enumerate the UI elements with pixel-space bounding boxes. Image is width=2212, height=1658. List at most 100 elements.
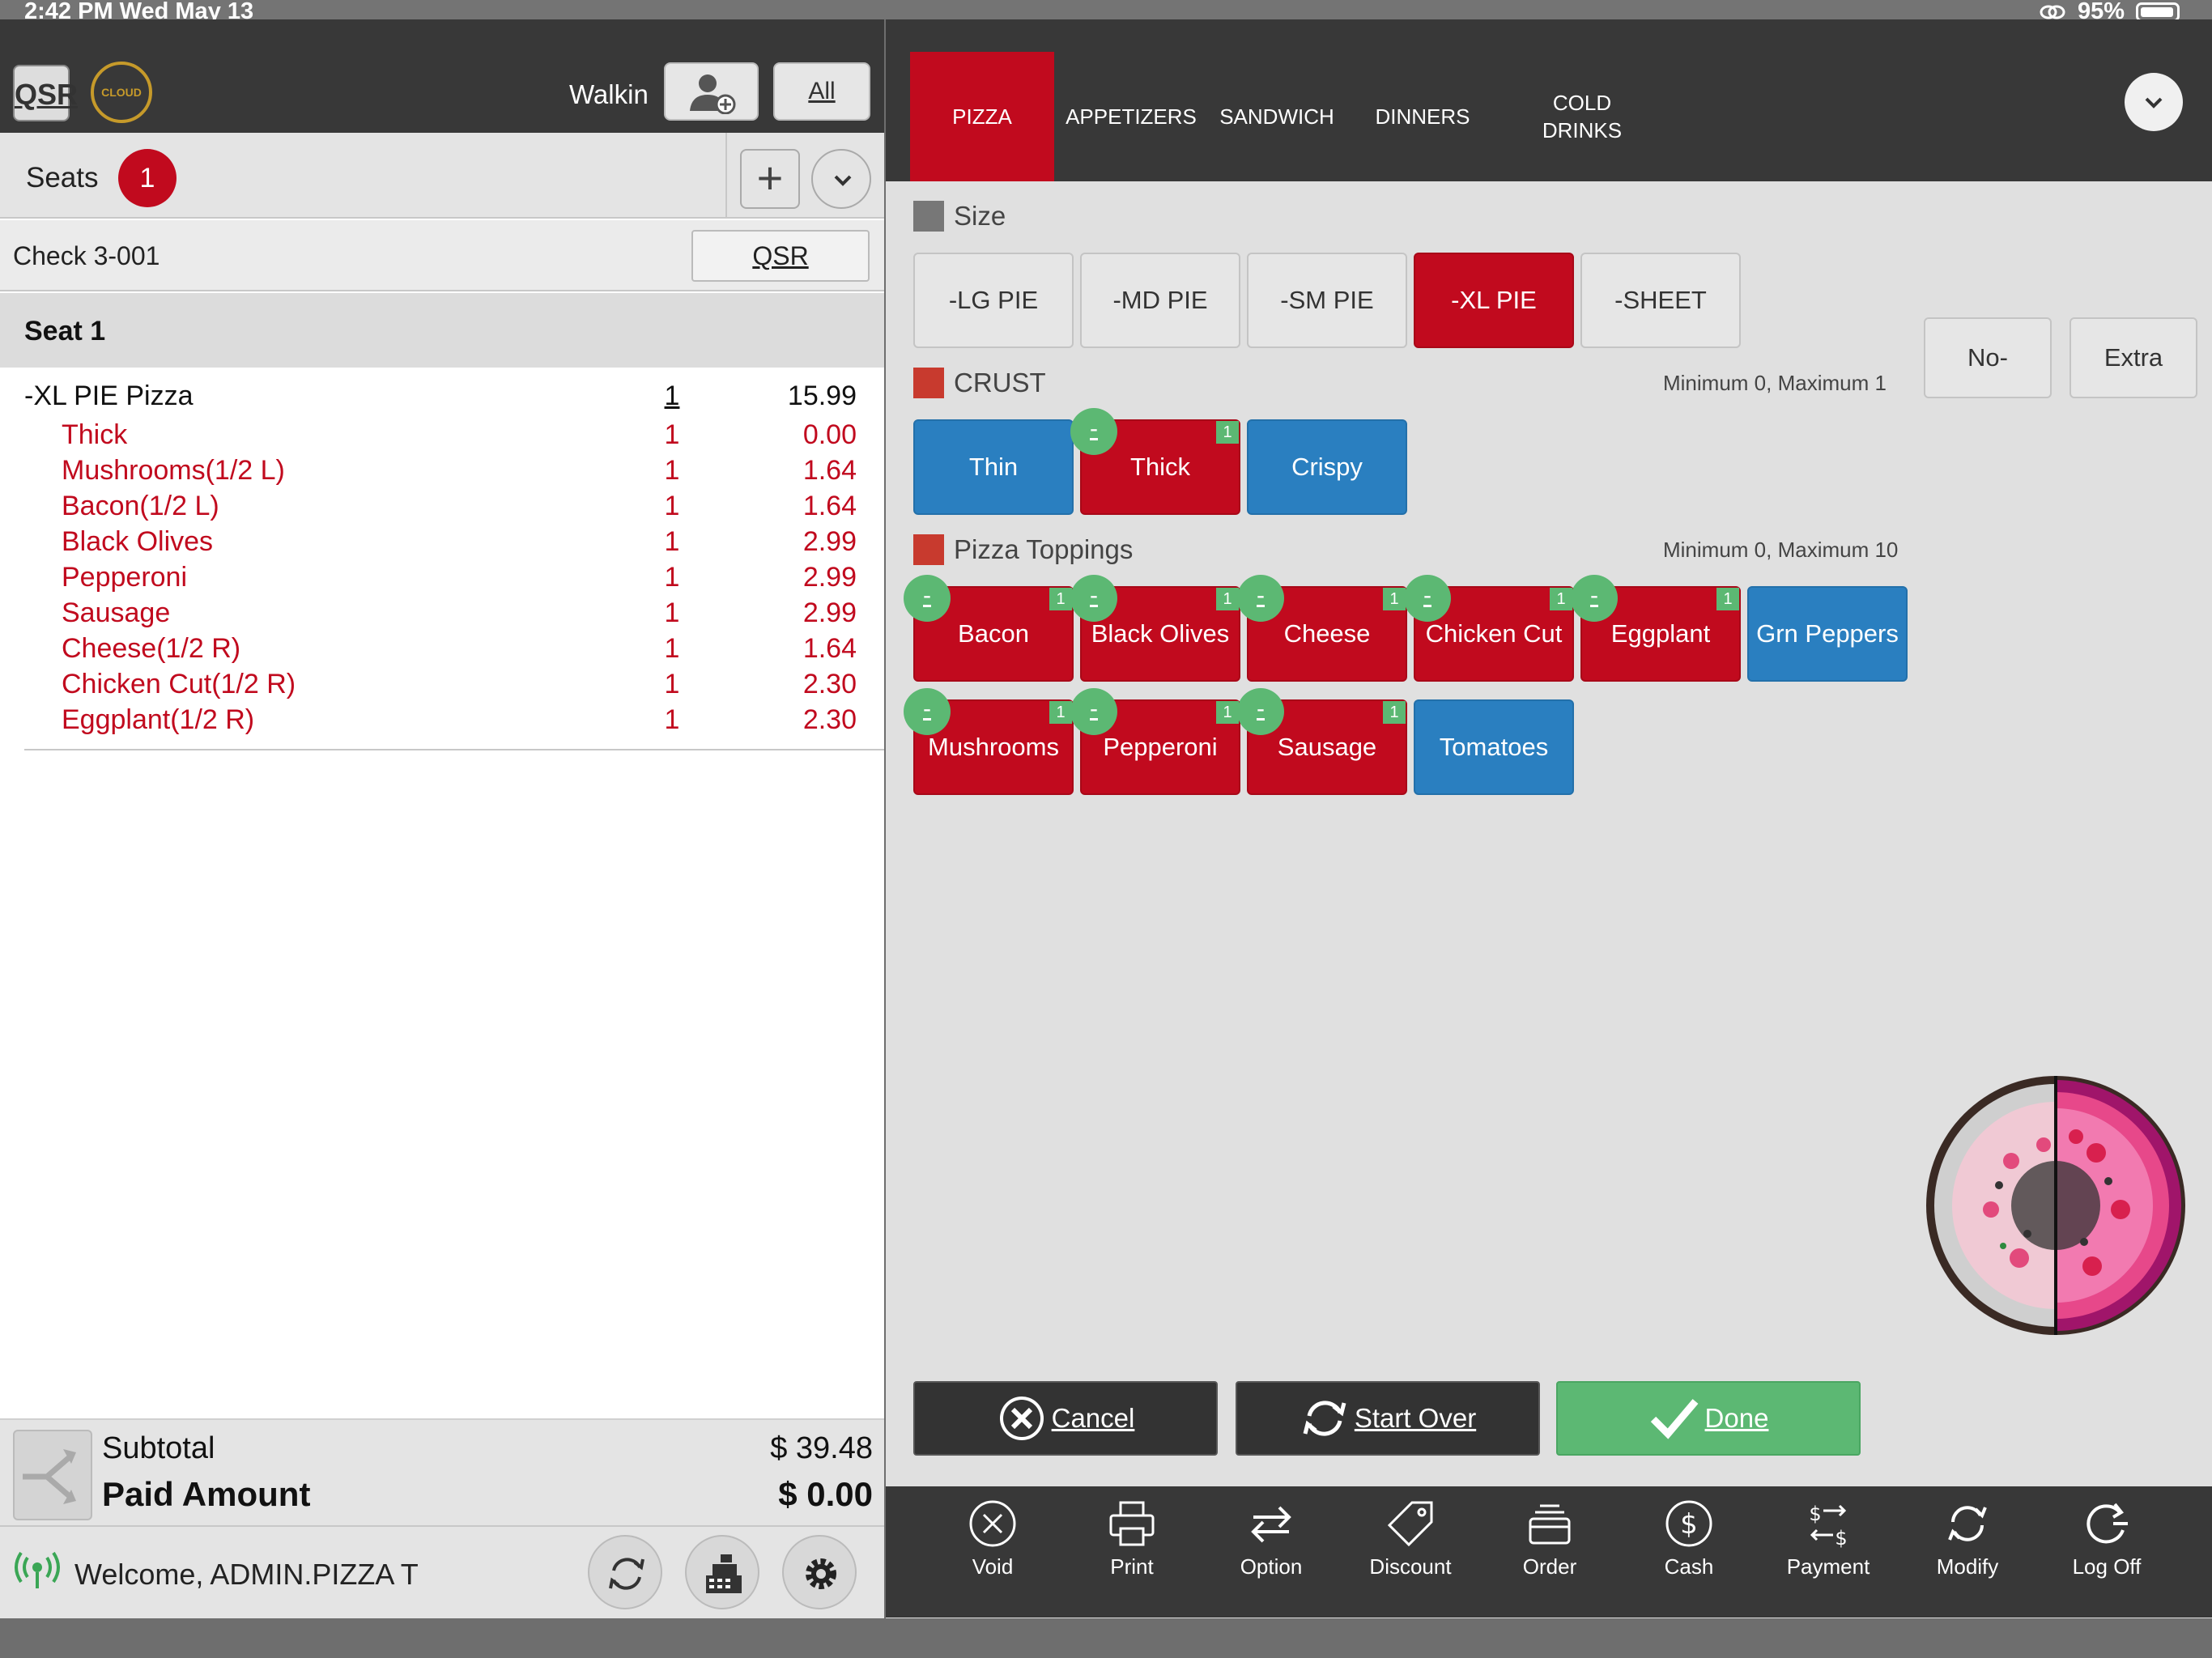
order-item-modifier[interactable]: Black Olives 1 2.99 — [24, 521, 884, 557]
order-item-modifier[interactable]: Mushrooms(1/2 L) 1 1.64 — [24, 450, 884, 486]
tab-sandwich[interactable]: SANDWICH — [1208, 52, 1346, 181]
battery-icon — [2136, 2, 2180, 22]
order-item-modifier[interactable]: Sausage 1 2.99 — [24, 593, 884, 628]
remove-button[interactable]: - — [1404, 575, 1451, 622]
count-badge: 1 — [1550, 588, 1572, 610]
tag-icon — [1387, 1501, 1433, 1547]
remove-button[interactable]: - — [1070, 575, 1117, 622]
refresh-button[interactable] — [588, 1535, 662, 1609]
cloud-pos-logo: CLOUD — [91, 62, 152, 123]
option-label: Option — [1240, 1554, 1303, 1579]
done-button[interactable]: Done — [1556, 1381, 1861, 1456]
print-button[interactable]: Print — [1071, 1498, 1193, 1579]
remove-button[interactable]: - — [1237, 688, 1284, 735]
item-price: 2.30 — [802, 669, 857, 699]
add-seat-button[interactable]: + — [740, 149, 800, 209]
dollar-icon: $ — [1665, 1500, 1712, 1547]
order-item-main[interactable]: -XL PIE Pizza 1 15.99 — [24, 366, 884, 414]
item-name: Mushrooms(1/2 L) — [62, 455, 285, 486]
crust-minmax: Minimum 0, Maximum 1 — [1663, 371, 1887, 395]
split-icon — [23, 1449, 76, 1504]
system-nav-bar — [0, 1618, 2212, 1658]
order-items-list: -XL PIE Pizza 1 15.99 Thick 1 0.00 Mushroo… — [24, 366, 884, 735]
order-item-modifier[interactable]: Eggplant(1/2 R) 1 2.30 — [24, 699, 884, 735]
add-customer-button[interactable] — [664, 62, 759, 121]
option-button[interactable]: Option — [1210, 1498, 1332, 1579]
discount-button[interactable]: Discount — [1350, 1498, 1471, 1579]
topping-grn-peppers-button[interactable]: Grn Peppers — [1747, 586, 1908, 682]
size-group-title: Size — [954, 201, 1006, 231]
remove-button[interactable]: - — [1070, 688, 1117, 735]
item-qty[interactable]: 1 — [660, 380, 684, 412]
split-check-button[interactable] — [13, 1430, 92, 1520]
tab-pizza[interactable]: PIZZA — [910, 52, 1054, 181]
void-button[interactable]: Void — [932, 1498, 1053, 1579]
item-qty: 1 — [664, 419, 680, 450]
order-button[interactable]: Order — [1489, 1498, 1610, 1579]
payment-label: Payment — [1786, 1554, 1870, 1579]
seats-expand-button[interactable] — [811, 149, 871, 209]
chevron-down-icon — [2145, 97, 2163, 108]
size-xl-pie-button[interactable]: -XL PIE — [1414, 253, 1574, 348]
cash-button[interactable]: $ Cash — [1628, 1498, 1750, 1579]
size-lg-pie-button[interactable]: -LG PIE — [913, 253, 1074, 348]
item-price: 2.99 — [802, 562, 857, 593]
extra-modifier-button[interactable]: Extra — [2069, 317, 2197, 398]
order-item-modifier[interactable]: Bacon(1/2 L) 1 1.64 — [24, 486, 884, 521]
link-icon — [2040, 5, 2065, 19]
size-md-pie-button[interactable]: -MD PIE — [1080, 253, 1240, 348]
crust-crispy-button[interactable]: Crispy — [1247, 419, 1407, 515]
all-button[interactable]: All — [773, 62, 870, 121]
cash-register-icon — [706, 1554, 742, 1593]
modify-button[interactable]: Modify — [1907, 1498, 2028, 1579]
order-type-button[interactable]: QSR — [691, 230, 870, 282]
more-categories-button[interactable] — [2125, 73, 2183, 131]
done-label: Done — [1704, 1403, 1769, 1433]
order-item-modifier[interactable]: Chicken Cut(1/2 R) 1 2.30 — [24, 664, 884, 699]
remove-button[interactable]: - — [904, 575, 951, 622]
remove-button[interactable]: - — [1070, 408, 1117, 455]
topping-tomatoes-button[interactable]: Tomatoes — [1414, 699, 1574, 795]
seats-count-badge[interactable]: 1 — [118, 149, 177, 207]
remove-button[interactable]: - — [904, 688, 951, 735]
seat-header-label: Seat 1 — [24, 316, 106, 346]
crust-thin-button[interactable]: Thin — [913, 419, 1074, 515]
order-item-modifier[interactable]: Cheese(1/2 R) 1 1.64 — [24, 628, 884, 664]
item-price: 2.30 — [802, 704, 857, 735]
item-name: Eggplant(1/2 R) — [62, 704, 255, 735]
remove-button[interactable]: - — [1571, 575, 1618, 622]
size-sheet-button[interactable]: -SHEET — [1580, 253, 1741, 348]
tab-cold-drinks[interactable]: COLD DRINKS — [1534, 52, 1631, 181]
chevron-down-icon — [834, 175, 852, 186]
qsr-logo[interactable]: QSR — [13, 65, 78, 121]
start-over-button[interactable]: Start Over — [1236, 1381, 1540, 1456]
order-item-modifier[interactable]: Pepperoni 1 2.99 — [24, 557, 884, 593]
tab-appetizers[interactable]: APPETIZERS — [1062, 52, 1200, 181]
log-off-button[interactable]: Log Off — [2046, 1498, 2167, 1579]
item-qty: 1 — [664, 491, 680, 521]
count-badge: 1 — [1716, 588, 1739, 610]
order-item-modifier[interactable]: Thick 1 0.00 — [24, 414, 884, 450]
count-badge: 1 — [1049, 588, 1072, 610]
size-sm-pie-button[interactable]: -SM PIE — [1247, 253, 1407, 348]
refresh-icon — [1303, 1401, 1346, 1436]
seat-header[interactable]: Seat 1 — [0, 293, 884, 368]
pizza-preview-image — [1926, 1076, 2185, 1335]
item-price: 1.64 — [802, 491, 857, 521]
item-qty: 1 — [664, 704, 680, 735]
payment-button[interactable]: $ $ Payment — [1767, 1498, 1889, 1579]
cash-register-button[interactable] — [685, 1535, 759, 1609]
menu-panel: PIZZA APPETIZERS SANDWICH DINNERS COLD D… — [886, 19, 2212, 1618]
totals-panel: Subtotal $ 39.48 Paid Amount $ 0.00 — [0, 1418, 884, 1525]
item-qty: 1 — [664, 455, 680, 486]
group-color-swatch — [913, 534, 944, 565]
subtotal-value: $ 39.48 — [770, 1431, 873, 1465]
no-modifier-button[interactable]: No- — [1924, 317, 2052, 398]
count-badge: 1 — [1383, 588, 1406, 610]
gear-icon — [806, 1558, 836, 1589]
settings-button[interactable] — [782, 1535, 857, 1609]
remove-button[interactable]: - — [1237, 575, 1284, 622]
item-price: 15.99 — [787, 380, 857, 411]
tab-dinners[interactable]: DINNERS — [1354, 52, 1491, 181]
cancel-button[interactable]: Cancel — [913, 1381, 1218, 1456]
